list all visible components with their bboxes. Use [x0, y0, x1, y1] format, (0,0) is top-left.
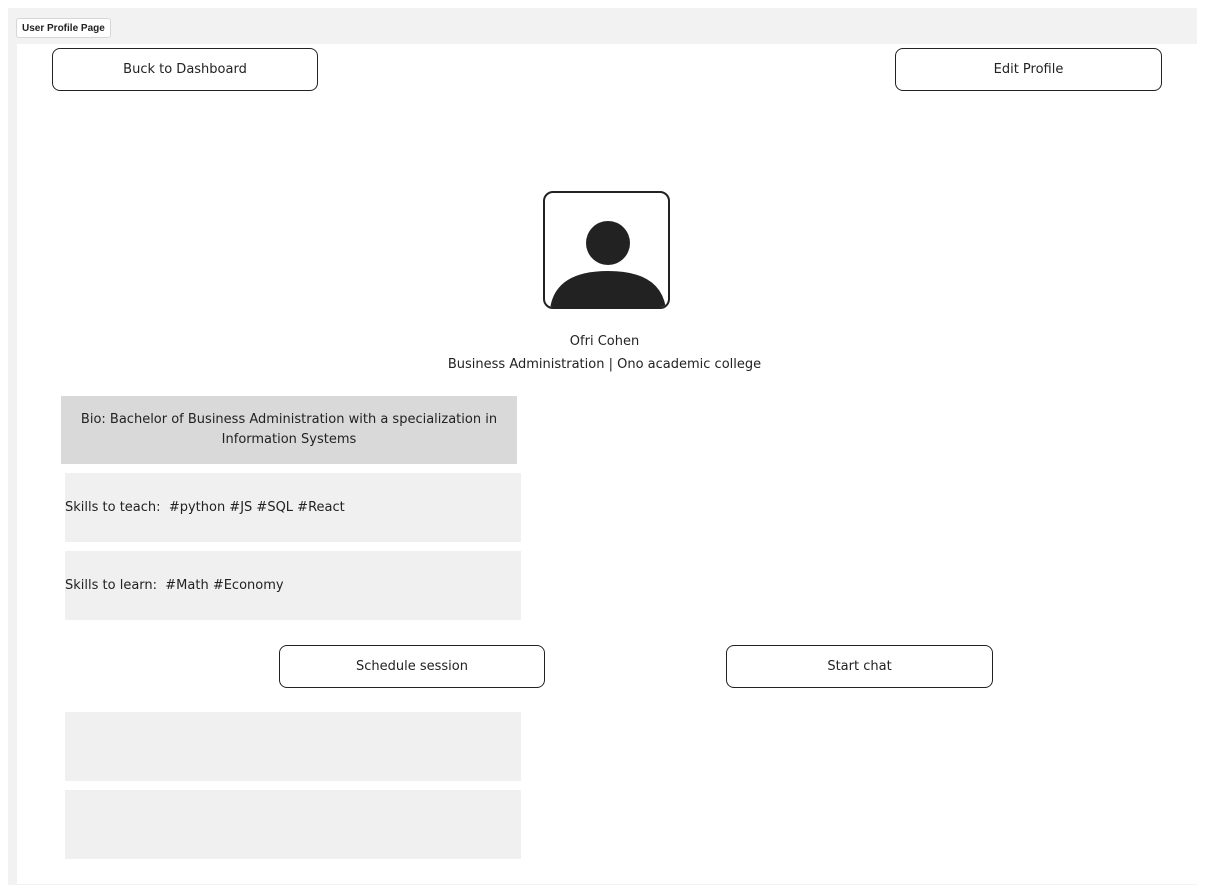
- skills-to-learn-label: Skills to learn:: [65, 578, 158, 593]
- back-to-dashboard-button[interactable]: Buck to Dashboard: [52, 48, 318, 91]
- empty-panel-1: [65, 712, 521, 781]
- edit-profile-button[interactable]: Edit Profile: [895, 48, 1162, 91]
- skills-to-teach-label: Skills to teach:: [65, 500, 161, 515]
- user-avatar-icon: [550, 221, 666, 307]
- skills-to-learn-panel: Skills to learn: #Math #Economy: [65, 551, 521, 620]
- schedule-session-button[interactable]: Schedule session: [279, 645, 545, 688]
- skills-to-teach-panel: Skills to teach: #python #JS #SQL #React: [65, 473, 521, 542]
- profile-subtitle: Business Administration | Ono academic c…: [447, 357, 762, 372]
- bio-box: Bio: Bachelor of Business Administration…: [61, 396, 517, 464]
- avatar-head: [586, 221, 630, 265]
- profile-name: Ofri Cohen: [569, 334, 640, 349]
- skills-to-teach-tags: #python #JS #SQL #React: [168, 500, 345, 515]
- skills-to-learn-tags: #Math #Economy: [165, 578, 284, 593]
- avatar-body: [550, 271, 666, 307]
- page-label: User Profile Page: [16, 18, 111, 38]
- avatar: [543, 191, 670, 309]
- empty-panel-2: [65, 790, 521, 859]
- start-chat-button[interactable]: Start chat: [726, 645, 993, 688]
- bio-text: Bio: Bachelor of Business Administration…: [80, 412, 498, 447]
